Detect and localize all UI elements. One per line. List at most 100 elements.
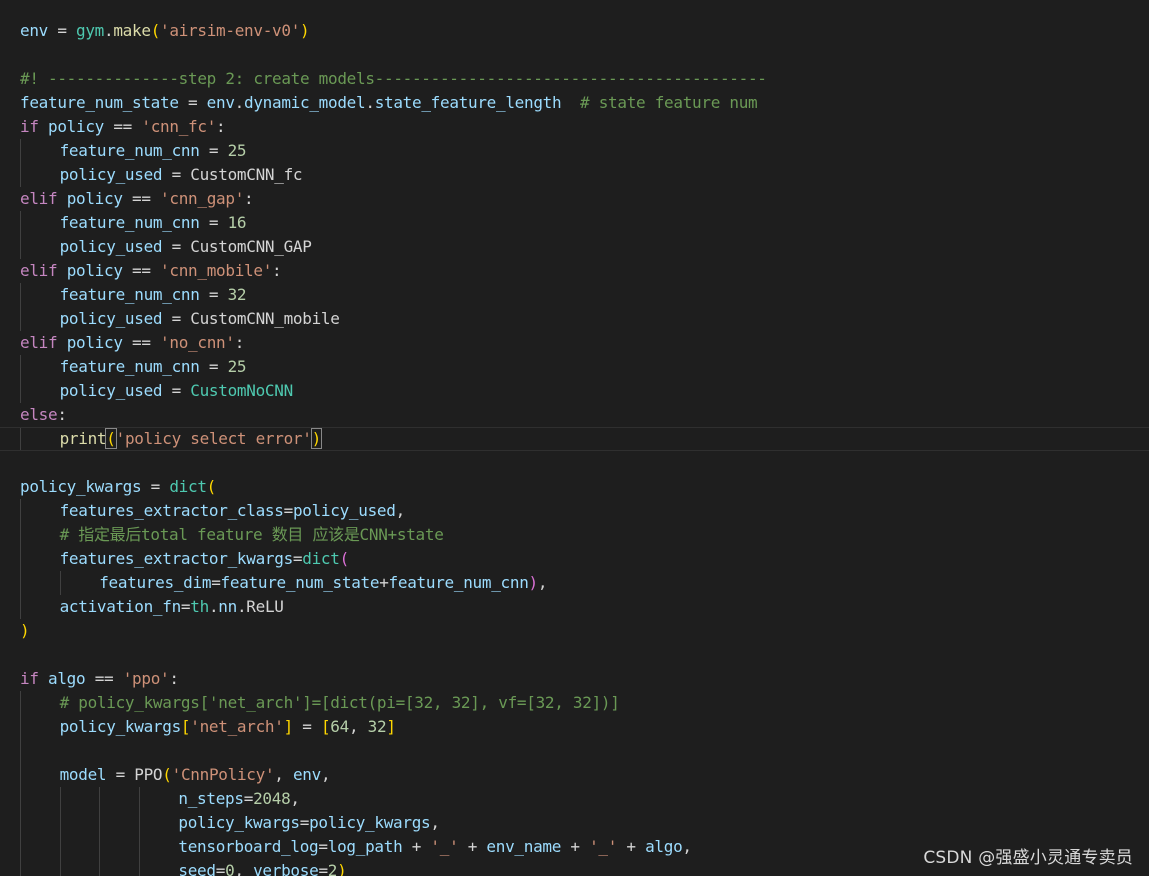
indent-guide xyxy=(20,139,21,163)
code-line[interactable]: #! --------------step 2: create models--… xyxy=(0,67,1149,91)
code-token: = xyxy=(178,93,207,112)
indent-guide xyxy=(99,835,101,859)
code-token: feature_num_cnn xyxy=(59,357,200,376)
code-token: env xyxy=(20,21,48,40)
code-token: + xyxy=(561,837,590,856)
code-line[interactable]: model = PPO('CnnPolicy', env, xyxy=(0,763,1149,787)
code-token: + xyxy=(458,837,487,856)
code-token: print xyxy=(59,429,107,448)
code-token: = xyxy=(199,285,228,304)
code-line[interactable]: features_extractor_class=policy_used, xyxy=(0,499,1149,523)
code-line[interactable] xyxy=(0,43,1149,67)
code-line[interactable]: policy_kwargs=policy_kwargs, xyxy=(0,811,1149,835)
indent-guide xyxy=(59,787,61,811)
code-line[interactable] xyxy=(0,739,1149,763)
code-token: policy xyxy=(66,189,123,208)
code-token: gym xyxy=(76,21,104,40)
code-token: dynamic_model xyxy=(244,93,366,112)
code-line[interactable] xyxy=(0,643,1149,667)
code-token: 'cnn_mobile' xyxy=(160,261,273,280)
code-line[interactable]: feature_num_cnn = 25 xyxy=(0,139,1149,163)
code-token: elif xyxy=(20,261,58,280)
code-token: : xyxy=(57,405,67,424)
code-token: ) xyxy=(300,21,310,40)
code-token: 64 xyxy=(330,717,349,736)
code-token: ) xyxy=(528,573,539,592)
indent-guide xyxy=(59,811,61,835)
code-line[interactable]: env = gym.make('airsim-env-v0') xyxy=(0,19,1149,43)
code-token: 2 xyxy=(327,861,338,876)
code-line[interactable]: n_steps=2048, xyxy=(0,787,1149,811)
code-line[interactable]: feature_num_cnn = 32 xyxy=(0,283,1149,307)
code-line[interactable]: else: xyxy=(0,403,1149,427)
code-token: ReLU xyxy=(246,597,284,616)
code-token: elif xyxy=(20,333,58,352)
code-line[interactable]: # 指定最后total feature 数目 应该是CNN+state xyxy=(0,523,1149,547)
indent-guide xyxy=(138,859,140,876)
code-line[interactable]: features_dim=feature_num_state+feature_n… xyxy=(0,571,1149,595)
code-line[interactable]: policy_used = CustomCNN_GAP xyxy=(0,235,1149,259)
code-token: 32 xyxy=(367,717,387,736)
code-token: ( xyxy=(162,765,172,784)
code-token: policy_kwargs xyxy=(309,813,431,832)
code-token: . xyxy=(365,93,375,112)
code-line[interactable]: policy_kwargs = dict( xyxy=(0,475,1149,499)
code-token: = xyxy=(318,861,328,876)
code-line[interactable]: if algo == 'ppo': xyxy=(0,667,1149,691)
indent-guide xyxy=(20,379,21,403)
code-line[interactable]: feature_num_state = env.dynamic_model.st… xyxy=(0,91,1149,115)
code-token: dict xyxy=(169,477,207,496)
code-token: 'net_arch' xyxy=(190,717,284,736)
indent-guide xyxy=(20,307,21,331)
code-token: feature_num_cnn xyxy=(59,141,200,160)
code-token: model xyxy=(59,765,107,784)
code-line[interactable]: print('policy select error') xyxy=(0,427,1149,451)
code-line[interactable]: policy_used = CustomCNN_mobile xyxy=(0,307,1149,331)
code-token: == xyxy=(122,189,161,208)
code-line[interactable]: # policy_kwargs['net_arch']=[dict(pi=[32… xyxy=(0,691,1149,715)
code-line[interactable]: policy_used = CustomNoCNN xyxy=(0,379,1149,403)
code-token: = xyxy=(162,237,191,256)
code-token: '_' xyxy=(589,837,618,856)
indent-guide xyxy=(20,835,21,859)
indent-guide xyxy=(99,811,101,835)
code-line[interactable]: elif policy == 'cnn_mobile': xyxy=(0,259,1149,283)
indent-guide xyxy=(20,163,21,187)
indent-guide xyxy=(59,571,61,595)
code-line[interactable]: features_extractor_kwargs=dict( xyxy=(0,547,1149,571)
code-line[interactable]: ) xyxy=(0,619,1149,643)
code-line[interactable]: policy_used = CustomCNN_fc xyxy=(0,163,1149,187)
code-token: , xyxy=(395,501,406,520)
code-line[interactable]: feature_num_cnn = 16 xyxy=(0,211,1149,235)
code-line[interactable]: feature_num_cnn = 25 xyxy=(0,355,1149,379)
code-token: # 指定最后total feature 数目 应该是CNN+state xyxy=(59,525,444,544)
indent-guide xyxy=(99,859,101,876)
indent-guide xyxy=(20,547,21,571)
code-token: make xyxy=(113,21,151,40)
code-line[interactable] xyxy=(0,451,1149,475)
code-token: , xyxy=(320,765,331,784)
code-token: = xyxy=(199,357,228,376)
code-line[interactable]: elif policy == 'no_cnn': xyxy=(0,331,1149,355)
code-token: = xyxy=(243,789,254,808)
code-token: CustomNoCNN xyxy=(190,381,293,400)
indent-guide xyxy=(20,715,21,739)
code-token: 'airsim-env-v0' xyxy=(160,21,301,40)
code-token: algo xyxy=(48,669,86,688)
code-editor[interactable]: env = gym.make('airsim-env-v0') #! ------… xyxy=(0,19,1149,876)
code-token: , xyxy=(274,765,293,784)
code-token: = xyxy=(283,501,294,520)
code-line[interactable]: activation_fn=th.nn.ReLU xyxy=(0,595,1149,619)
code-line[interactable]: policy_kwargs['net_arch'] = [64, 32] xyxy=(0,715,1149,739)
code-line[interactable]: elif policy == 'cnn_gap': xyxy=(0,187,1149,211)
code-token: 'cnn_fc' xyxy=(141,117,217,136)
code-token: verbose xyxy=(253,861,319,876)
code-token: , xyxy=(430,813,440,832)
indent-guide xyxy=(20,235,21,259)
code-token: ] xyxy=(283,717,294,736)
code-token: policy xyxy=(66,261,123,280)
code-line[interactable]: if policy == 'cnn_fc': xyxy=(0,115,1149,139)
indent-guide xyxy=(20,787,21,811)
code-token: log_path xyxy=(327,837,403,856)
